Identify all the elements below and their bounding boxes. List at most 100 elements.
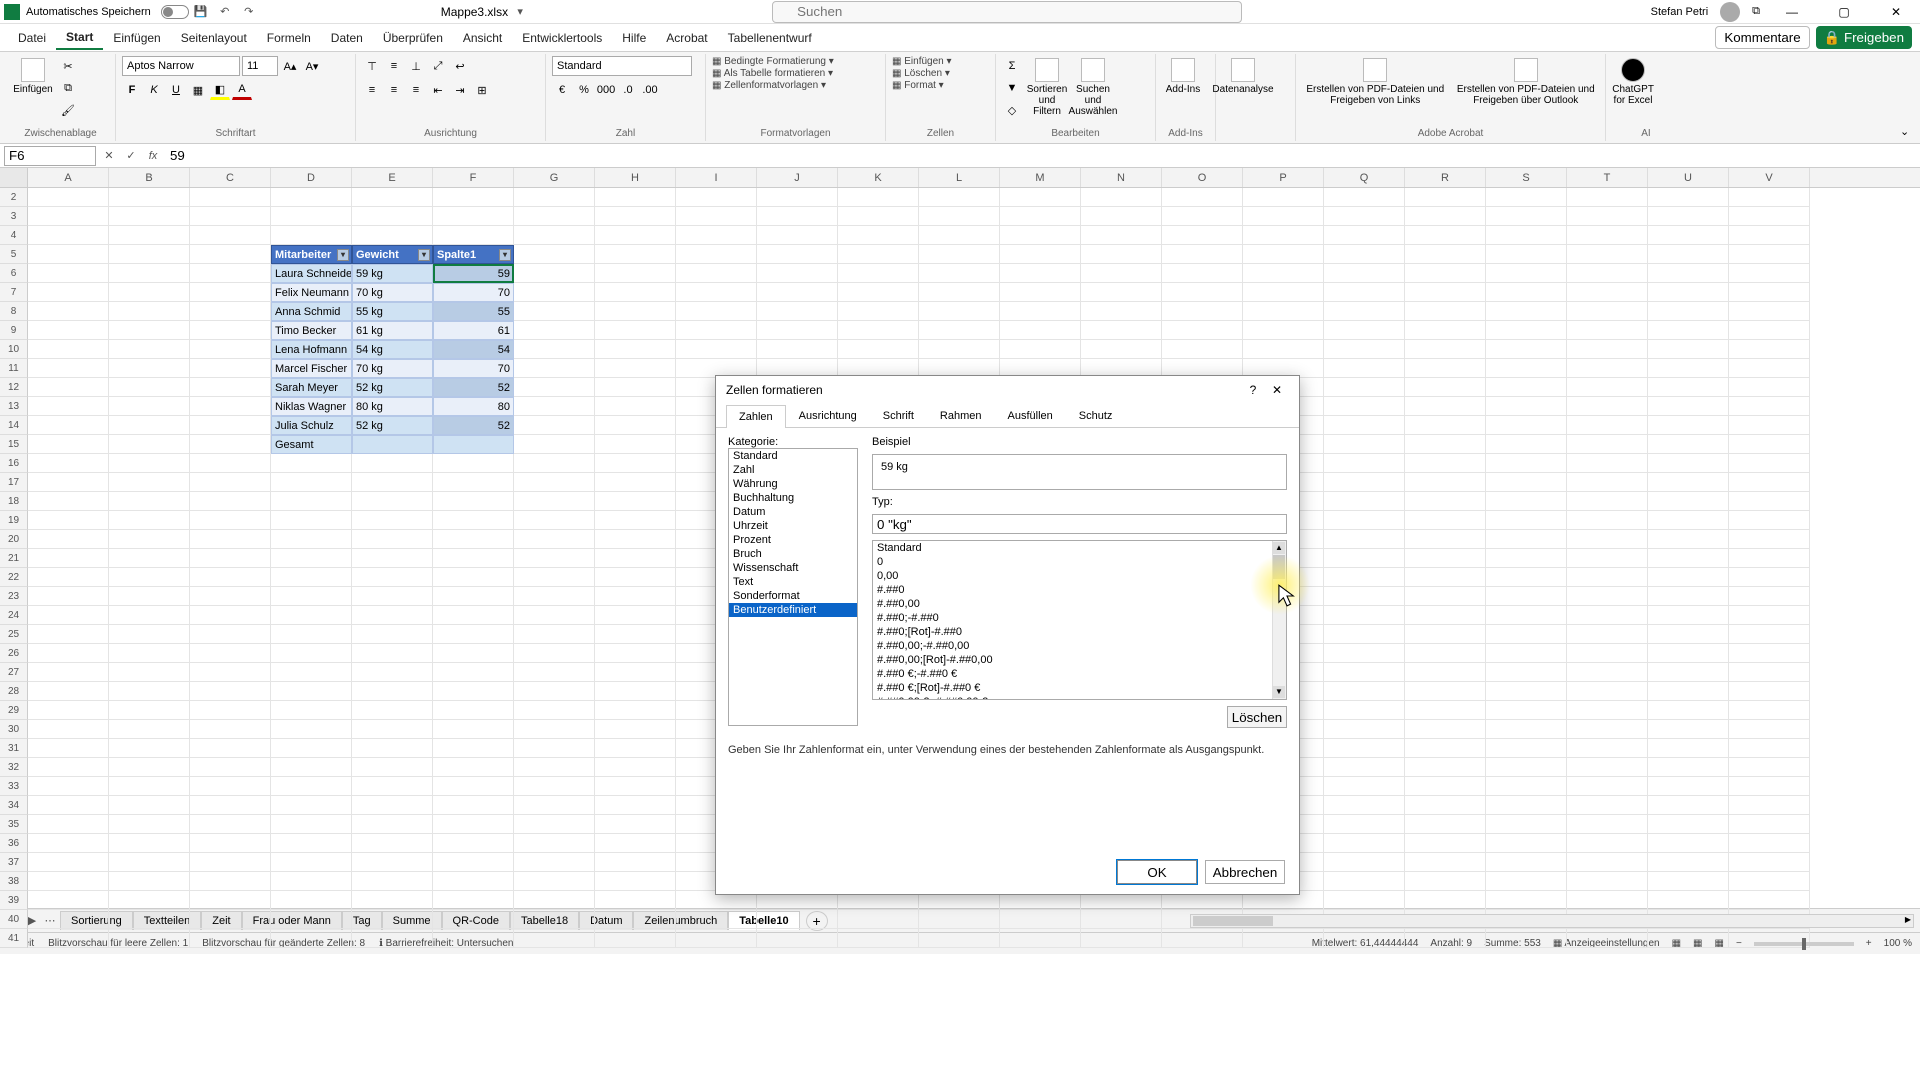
- row-header[interactable]: 18: [0, 492, 28, 511]
- cell[interactable]: [190, 549, 271, 568]
- align-left-icon[interactable]: ≡: [362, 80, 382, 100]
- cell[interactable]: [28, 530, 109, 549]
- tab-start[interactable]: Start: [56, 26, 103, 50]
- cell[interactable]: [433, 530, 514, 549]
- filter-dropdown-icon[interactable]: ▾: [499, 249, 511, 261]
- cell[interactable]: [1567, 226, 1648, 245]
- cell[interactable]: [514, 416, 595, 435]
- format-as-table-button[interactable]: ▦ Als Tabelle formatieren ▾: [712, 68, 833, 79]
- cell[interactable]: [595, 207, 676, 226]
- cell[interactable]: [271, 929, 352, 948]
- cell[interactable]: [1729, 796, 1810, 815]
- cell[interactable]: [352, 739, 433, 758]
- save-icon[interactable]: 💾: [191, 2, 211, 22]
- zoom-slider[interactable]: [1754, 942, 1854, 946]
- cell[interactable]: [676, 264, 757, 283]
- cell[interactable]: [433, 207, 514, 226]
- cell[interactable]: [514, 245, 595, 264]
- cell[interactable]: [28, 910, 109, 929]
- row-header[interactable]: 41: [0, 929, 28, 948]
- cell[interactable]: [1486, 929, 1567, 948]
- cell[interactable]: [109, 587, 190, 606]
- cell[interactable]: [1324, 796, 1405, 815]
- select-all-corner[interactable]: [0, 168, 28, 187]
- cell[interactable]: [28, 929, 109, 948]
- cell[interactable]: [109, 796, 190, 815]
- cell[interactable]: [595, 720, 676, 739]
- cell[interactable]: [838, 226, 919, 245]
- tab-datei[interactable]: Datei: [8, 27, 56, 49]
- scroll-up-icon[interactable]: ▲: [1273, 542, 1285, 554]
- cell[interactable]: [271, 777, 352, 796]
- cell[interactable]: [1486, 454, 1567, 473]
- row-header[interactable]: 19: [0, 511, 28, 530]
- cell[interactable]: [1324, 720, 1405, 739]
- cell[interactable]: [1324, 397, 1405, 416]
- cell[interactable]: [109, 891, 190, 910]
- row-header[interactable]: 13: [0, 397, 28, 416]
- cell[interactable]: [595, 226, 676, 245]
- cell[interactable]: [919, 321, 1000, 340]
- cell[interactable]: [28, 454, 109, 473]
- cell[interactable]: [1729, 302, 1810, 321]
- fx-icon[interactable]: fx: [144, 147, 162, 165]
- cell[interactable]: [1486, 283, 1567, 302]
- cell[interactable]: [514, 701, 595, 720]
- delete-cells-button[interactable]: ▦ Löschen ▾: [892, 68, 950, 79]
- cell[interactable]: [919, 207, 1000, 226]
- cell[interactable]: [1324, 663, 1405, 682]
- cell[interactable]: [109, 321, 190, 340]
- merge-icon[interactable]: ⊞: [472, 80, 492, 100]
- cell[interactable]: [1567, 340, 1648, 359]
- cell[interactable]: [1486, 435, 1567, 454]
- cell[interactable]: [514, 834, 595, 853]
- cell[interactable]: [109, 283, 190, 302]
- cell[interactable]: [28, 606, 109, 625]
- cell[interactable]: [433, 511, 514, 530]
- cell[interactable]: [1648, 777, 1729, 796]
- cell[interactable]: [271, 188, 352, 207]
- row-header[interactable]: 11: [0, 359, 28, 378]
- cell[interactable]: [28, 188, 109, 207]
- cell[interactable]: [352, 701, 433, 720]
- cell[interactable]: [1486, 473, 1567, 492]
- cell[interactable]: [1000, 321, 1081, 340]
- cell[interactable]: [514, 226, 595, 245]
- cell[interactable]: [1729, 568, 1810, 587]
- cell[interactable]: [190, 796, 271, 815]
- paste-button[interactable]: Einfügen: [12, 56, 54, 97]
- cell[interactable]: [271, 568, 352, 587]
- dialog-close-icon[interactable]: ✕: [1265, 383, 1289, 397]
- cell[interactable]: [190, 511, 271, 530]
- underline-button[interactable]: U: [166, 80, 186, 100]
- cancel-formula-icon[interactable]: ✕: [100, 147, 118, 165]
- cell[interactable]: [595, 435, 676, 454]
- column-header[interactable]: J: [757, 168, 838, 187]
- cell[interactable]: [109, 834, 190, 853]
- cell[interactable]: [28, 739, 109, 758]
- cell[interactable]: [1324, 834, 1405, 853]
- cell[interactable]: [28, 549, 109, 568]
- cell[interactable]: [595, 359, 676, 378]
- cell[interactable]: [1405, 701, 1486, 720]
- cell[interactable]: [1405, 492, 1486, 511]
- cell[interactable]: [1648, 568, 1729, 587]
- row-header[interactable]: 8: [0, 302, 28, 321]
- align-top-icon[interactable]: ⊤: [362, 56, 382, 76]
- cell[interactable]: [1486, 796, 1567, 815]
- cell[interactable]: [1567, 720, 1648, 739]
- cell[interactable]: [271, 891, 352, 910]
- cell[interactable]: [28, 568, 109, 587]
- row-header[interactable]: 3: [0, 207, 28, 226]
- cell[interactable]: [352, 188, 433, 207]
- cell[interactable]: [1648, 720, 1729, 739]
- cell[interactable]: [1324, 416, 1405, 435]
- cell[interactable]: [190, 910, 271, 929]
- cell[interactable]: [28, 625, 109, 644]
- cell[interactable]: [1729, 454, 1810, 473]
- autosum-icon[interactable]: Σ: [1002, 56, 1022, 76]
- cell[interactable]: [28, 473, 109, 492]
- cell[interactable]: [190, 264, 271, 283]
- cell[interactable]: [109, 701, 190, 720]
- cell[interactable]: [1324, 853, 1405, 872]
